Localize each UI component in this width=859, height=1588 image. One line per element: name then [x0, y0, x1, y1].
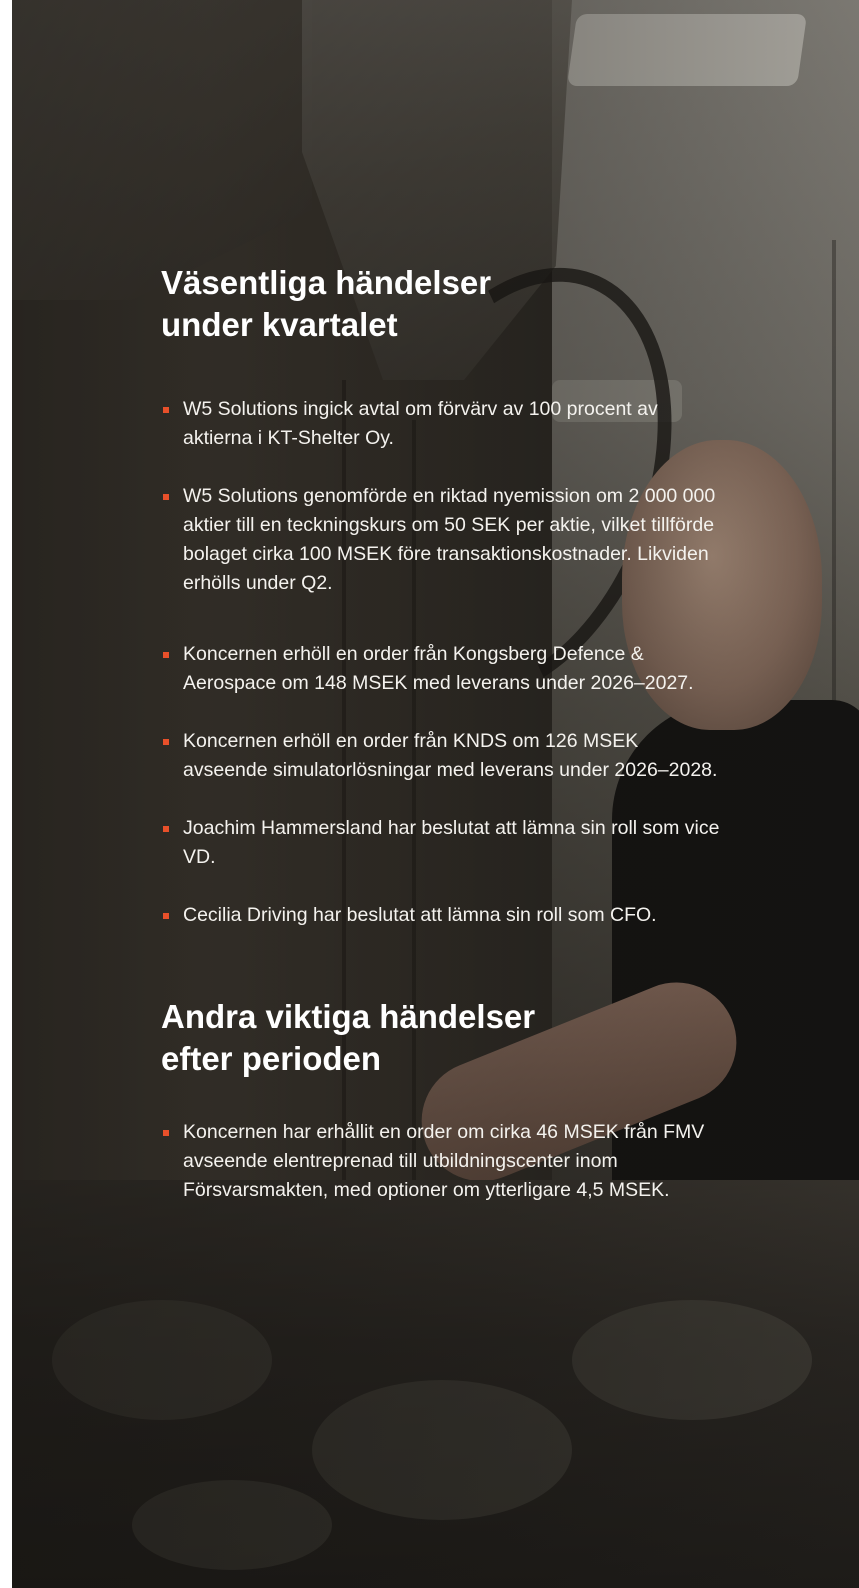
list-item: Cecilia Driving har beslutat att lämna s… [161, 901, 721, 930]
heading-line: Väsentliga händelser [161, 264, 492, 301]
heading-line: Andra viktiga händelser [161, 998, 536, 1035]
heading-line: efter perioden [161, 1040, 382, 1077]
heading-line: under kvartalet [161, 306, 398, 343]
list-item: Joachim Hammersland har beslutat att läm… [161, 814, 721, 872]
list-item: Koncernen har erhållit en order om cirka… [161, 1118, 721, 1205]
report-page: Väsentliga händelser under kvartalet W5 … [12, 0, 859, 1588]
section-heading-quarter: Väsentliga händelser under kvartalet [161, 262, 721, 346]
section-heading-after-period: Andra viktiga händelser efter perioden [161, 996, 721, 1080]
list-item: Koncernen erhöll en order från Kongsberg… [161, 640, 721, 698]
events-list-quarter: W5 Solutions ingick avtal om förvärv av … [161, 395, 721, 930]
events-list-after-period: Koncernen har erhållit en order om cirka… [161, 1118, 721, 1205]
list-item: Koncernen erhöll en order från KNDS om 1… [161, 727, 721, 785]
content-column: Väsentliga händelser under kvartalet W5 … [161, 262, 721, 1205]
list-item: W5 Solutions ingick avtal om förvärv av … [161, 395, 721, 453]
list-item: W5 Solutions genomförde en riktad nyemis… [161, 482, 721, 598]
